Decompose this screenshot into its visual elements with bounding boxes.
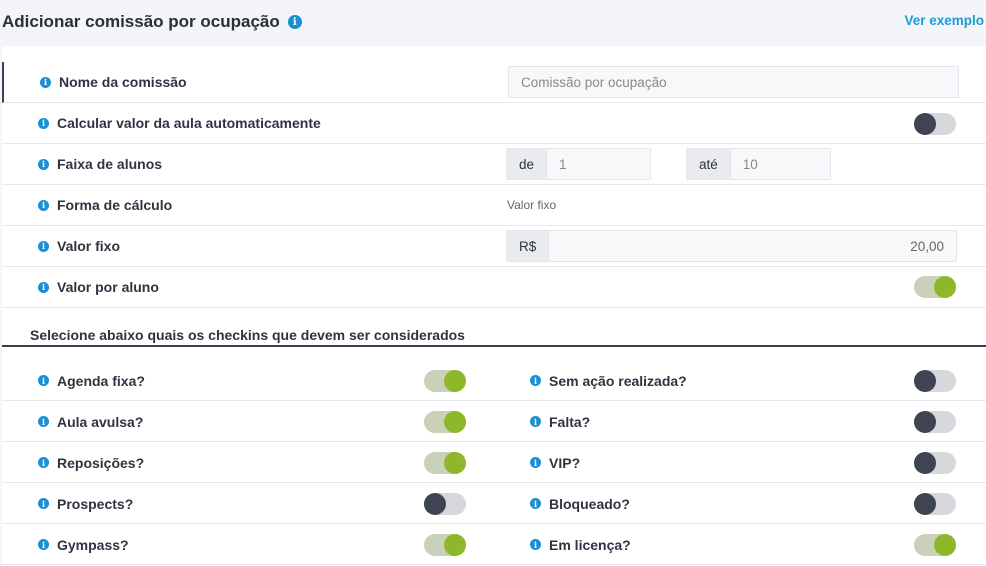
currency-prefix: R$ <box>507 231 550 261</box>
checkin-item: i Agenda fixa? <box>38 360 145 401</box>
faixa-from-prefix: de <box>507 149 548 179</box>
info-icon[interactable]: i <box>38 158 49 170</box>
faixa-from-input[interactable]: de 1 <box>506 148 651 180</box>
see-example-link[interactable]: Ver exemplo <box>904 13 984 28</box>
checkin-label: Falta? <box>549 413 591 430</box>
em-licenca-toggle[interactable] <box>914 534 956 556</box>
info-icon[interactable]: i <box>38 199 49 211</box>
info-icon[interactable]: i <box>530 457 541 468</box>
page-title-wrap: Adicionar comissão por ocupação i <box>2 12 302 32</box>
vip-toggle[interactable] <box>914 452 956 474</box>
field-label: i Faixa de alunos <box>38 156 162 172</box>
info-icon[interactable]: i <box>38 416 49 427</box>
page-header: Adicionar comissão por ocupação i Ver ex… <box>0 0 986 46</box>
field-label: i Valor fixo <box>38 238 120 254</box>
sem-acao-toggle[interactable] <box>914 370 956 392</box>
forma-label: Forma de cálculo <box>57 197 173 213</box>
nome-placeholder: Comissão por ocupação <box>521 74 667 90</box>
forma-value: Valor fixo <box>507 198 557 212</box>
info-icon[interactable]: i <box>38 281 49 293</box>
checkin-label: Gympass? <box>57 536 129 553</box>
checkin-row: i Agenda fixa? i Sem ação realizada? <box>2 360 986 401</box>
gympass-toggle[interactable] <box>424 534 466 556</box>
row-nome: i Nome da comissão Comissão por ocupação <box>2 62 986 103</box>
checkin-row: i Prospects? i Bloqueado? <box>2 483 986 524</box>
field-label: i Valor por aluno <box>38 279 159 295</box>
info-icon[interactable]: i <box>38 240 49 252</box>
info-icon[interactable]: i <box>530 375 541 386</box>
valor-fixo-input[interactable]: R$ 20,00 <box>506 230 957 262</box>
agenda-fixa-toggle[interactable] <box>424 370 466 392</box>
checkin-label: Em licença? <box>549 536 631 553</box>
checkin-label: Prospects? <box>57 495 134 512</box>
checkin-label: Sem ação realizada? <box>549 372 687 389</box>
valor-fixo-value: 20,00 <box>910 238 944 254</box>
checkin-item: i Reposições? <box>38 442 144 483</box>
info-icon[interactable]: i <box>38 498 49 509</box>
calcular-label: Calcular valor da aula automaticamente <box>57 115 321 131</box>
field-label: i Calcular valor da aula automaticamente <box>38 115 321 131</box>
checkin-row: i Gympass? i Em licença? <box>2 524 986 565</box>
checkin-item: i Gympass? <box>38 524 129 565</box>
checkin-label: Agenda fixa? <box>57 372 145 389</box>
row-valor-aluno: i Valor por aluno <box>2 267 986 308</box>
info-icon[interactable]: i <box>38 457 49 468</box>
checkin-item: i VIP? <box>530 442 580 483</box>
commission-form: i Nome da comissão Comissão por ocupação… <box>2 46 986 566</box>
checkin-item: i Falta? <box>530 401 590 442</box>
page-title: Adicionar comissão por ocupação <box>2 12 280 31</box>
checkin-item: i Bloqueado? <box>530 483 630 524</box>
info-icon[interactable]: i <box>38 539 49 550</box>
calcular-toggle[interactable] <box>914 113 956 135</box>
checkin-item: i Em licença? <box>530 524 631 565</box>
faixa-to-value: 10 <box>742 156 758 172</box>
aula-avulsa-toggle[interactable] <box>424 411 466 433</box>
info-icon[interactable]: i <box>40 76 51 88</box>
checkin-label: VIP? <box>549 454 581 471</box>
reposicoes-toggle[interactable] <box>424 452 466 474</box>
row-valor-fixo: i Valor fixo R$ 20,00 <box>2 226 986 267</box>
info-icon[interactable]: i <box>38 375 49 386</box>
row-forma: i Forma de cálculo Valor fixo <box>2 185 986 226</box>
faixa-to-input[interactable]: até 10 <box>686 148 831 180</box>
bloqueado-toggle[interactable] <box>914 493 956 515</box>
nome-label: Nome da comissão <box>59 74 187 90</box>
section-divider <box>2 345 986 347</box>
prospects-toggle[interactable] <box>424 493 466 515</box>
checkin-item: i Prospects? <box>38 483 133 524</box>
info-icon[interactable]: i <box>38 117 49 129</box>
field-label: i Nome da comissão <box>40 74 187 90</box>
falta-toggle[interactable] <box>914 411 956 433</box>
valor-aluno-label: Valor por aluno <box>57 279 159 295</box>
checkin-row: i Reposições? i VIP? <box>2 442 986 483</box>
info-icon[interactable]: i <box>530 416 541 427</box>
checkin-row: i Aula avulsa? i Falta? <box>2 401 986 442</box>
checkins-section-title: Selecione abaixo quais os checkins que d… <box>30 327 465 343</box>
row-faixa: i Faixa de alunos de 1 até 10 <box>2 144 986 185</box>
checkin-item: i Aula avulsa? <box>38 401 143 442</box>
info-icon[interactable]: i <box>530 498 541 509</box>
checkin-label: Aula avulsa? <box>57 413 144 430</box>
faixa-from-value: 1 <box>559 156 567 172</box>
faixa-label: Faixa de alunos <box>57 156 163 172</box>
checkin-label: Bloqueado? <box>549 495 630 512</box>
checkin-label: Reposições? <box>57 454 145 471</box>
valor-fixo-label: Valor fixo <box>57 238 121 254</box>
row-calcular: i Calcular valor da aula automaticamente <box>2 103 986 144</box>
field-label: i Forma de cálculo <box>38 197 172 213</box>
checkin-item: i Sem ação realizada? <box>530 360 687 401</box>
nome-input[interactable]: Comissão por ocupação <box>508 66 959 98</box>
valor-aluno-toggle[interactable] <box>914 276 956 298</box>
info-icon[interactable]: i <box>530 539 541 550</box>
faixa-to-prefix: até <box>687 149 731 179</box>
info-icon[interactable]: i <box>287 15 302 29</box>
